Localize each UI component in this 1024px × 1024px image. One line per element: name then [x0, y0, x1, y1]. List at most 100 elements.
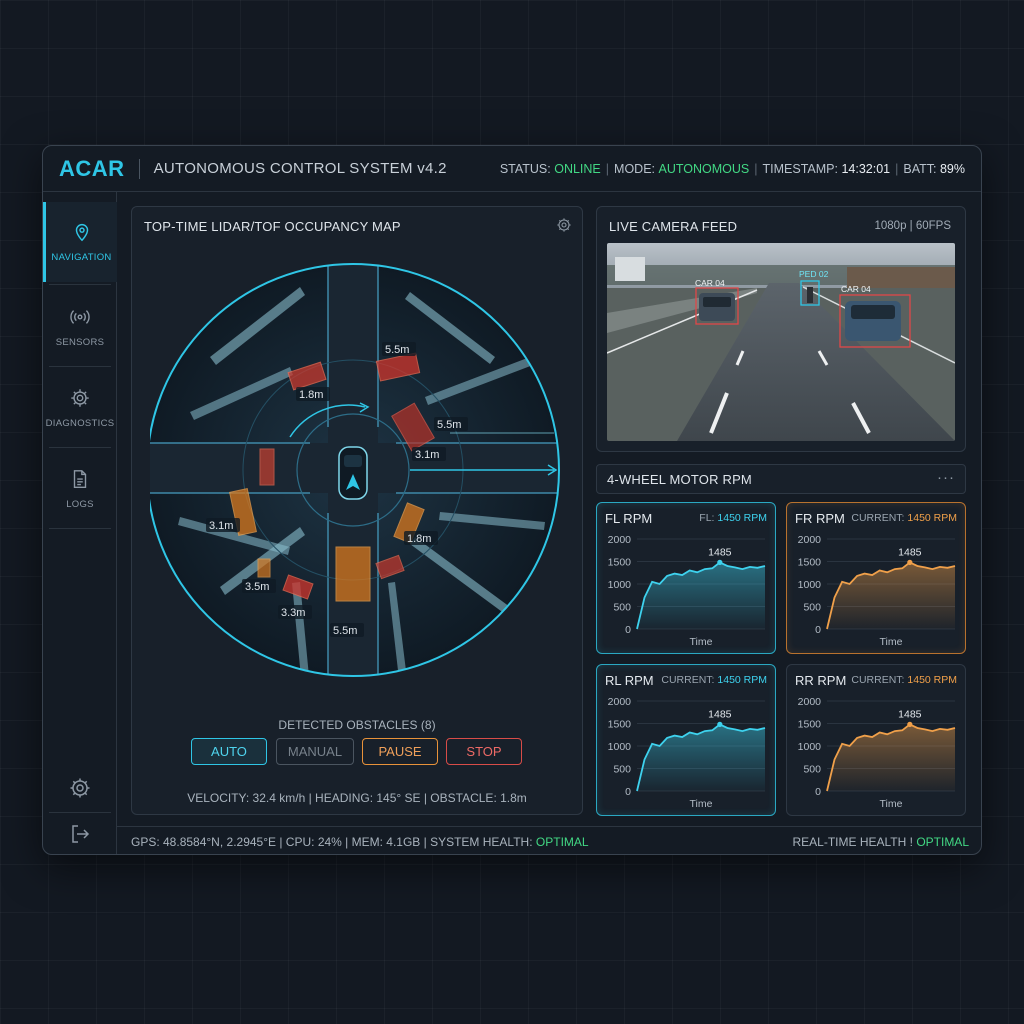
y-tick-label: 1000 — [608, 741, 632, 753]
sidebar-divider — [49, 528, 111, 529]
distance-label: 1.8m — [299, 389, 323, 401]
y-tick-label: 500 — [803, 764, 821, 776]
rpm-current-value: 1450 RPM — [907, 674, 957, 686]
y-tick-label: 2000 — [798, 696, 822, 708]
camera-panel-title: LIVE CAMERA FEED — [609, 219, 738, 234]
gear-icon — [71, 389, 89, 407]
rpm-series-area — [827, 562, 955, 629]
rpm-peak-point — [907, 559, 913, 565]
y-tick-label: 0 — [815, 786, 821, 798]
document-icon — [73, 470, 87, 488]
signal-broadcast-icon — [70, 310, 90, 324]
app-subtitle: AUTONOMOUS CONTROL SYSTEM v4.2 — [153, 160, 447, 177]
distance-label: 1.8m — [407, 533, 431, 545]
distance-label: 5.5m — [437, 419, 461, 431]
sidebar-item-navigation[interactable]: NAVIGATION — [43, 202, 117, 282]
rpm-current-label: FL: — [699, 512, 715, 524]
y-tick-label: 2000 — [798, 534, 822, 546]
x-axis-label: Time — [690, 798, 713, 810]
x-axis-label: Time — [690, 636, 713, 648]
system-health-value: OPTIMAL — [535, 834, 589, 849]
footer-realtime-health: REAL-TIME HEALTH ! OPTIMAL — [793, 835, 970, 849]
y-tick-label: 0 — [625, 624, 631, 636]
y-tick-label: 1500 — [798, 557, 822, 569]
y-tick-label: 500 — [613, 602, 631, 614]
timestamp-label: TIMESTAMP: — [762, 161, 838, 176]
realtime-health-label: REAL-TIME HEALTH ! — [792, 834, 913, 849]
detected-obstacles-count: DETECTED OBSTACLES (8) — [278, 718, 436, 732]
status-sep: | — [605, 161, 610, 176]
camera-feed-panel: LIVE CAMERA FEED 1080p | 60FPS CAR 04 PE… — [596, 206, 966, 452]
distance-label: 3.1m — [209, 520, 233, 532]
status-label: STATUS: — [499, 161, 551, 176]
telemetry-readout: VELOCITY: 32.4 km/h | HEADING: 145° SE |… — [187, 791, 527, 805]
rpm-current-readout: FL: 1450 RPM — [699, 512, 767, 524]
rpm-current-label: CURRENT: — [851, 512, 905, 524]
rpm-card-title: RL RPM — [605, 673, 654, 688]
auto-button[interactable]: AUTO — [191, 738, 267, 765]
y-tick-label: 1000 — [798, 741, 822, 753]
top-header: ACAR AUTONOMOUS CONTROL SYSTEM v4.2 STAT… — [43, 146, 981, 192]
rpm-current-label: CURRENT: — [851, 674, 905, 686]
rpm-card-fl[interactable]: FL RPM FL: 1450 RPM 2000 1500 1000 500 0 1485… — [596, 502, 776, 654]
rpm-peak-point — [717, 721, 723, 727]
rpm-current-readout: CURRENT: 1450 RPM — [661, 674, 767, 686]
status-sep: | — [754, 161, 758, 176]
rpm-chart: 2000 1500 1000 500 0 1485 Time — [798, 696, 956, 810]
camera-feed-image[interactable]: CAR 04 PED 02 CAR 04 — [607, 243, 955, 441]
sidebar-item-sensors[interactable]: SENSORS — [43, 287, 117, 367]
logout-icon[interactable] — [68, 822, 92, 846]
rpm-card-title: FL RPM — [605, 511, 653, 526]
detection-label-car: CAR 04 — [695, 278, 725, 288]
rpm-peak-label: 1485 — [898, 546, 922, 558]
rpm-current-label: CURRENT: — [661, 674, 715, 686]
rpm-peak-label: 1485 — [708, 546, 732, 558]
rpm-chart: 2000 1500 1000 500 0 1485 Time — [608, 534, 766, 648]
y-tick-label: 1000 — [798, 579, 822, 591]
rpm-current-readout: CURRENT: 1450 RPM — [851, 674, 957, 686]
detection-label-car: CAR 04 — [841, 284, 871, 294]
y-tick-label: 500 — [613, 764, 631, 776]
distance-label: 3.5m — [245, 581, 269, 593]
rpm-card-title: RR RPM — [795, 673, 847, 688]
rpm-current-value: 1450 RPM — [907, 512, 957, 524]
rpm-current-readout: CURRENT: 1450 RPM — [851, 512, 957, 524]
stop-button[interactable]: STOP — [446, 738, 522, 765]
rpm-series-area — [637, 724, 765, 791]
rpm-card-rl[interactable]: RL RPM CURRENT: 1450 RPM 2000 1500 1000 500… — [596, 664, 776, 816]
rpm-chart: 2000 1500 1000 500 0 1485 Time — [798, 534, 956, 648]
sidebar-divider — [49, 284, 111, 285]
sidebar-item-label: LOGS — [66, 499, 94, 510]
rpm-peak-label: 1485 — [708, 708, 732, 720]
rpm-section-title: 4-WHEEL MOTOR RPM — [607, 472, 752, 487]
status-bar: STATUS: ONLINE | MODE: AUTONOMOUS | TIME… — [500, 162, 981, 176]
occupancy-map[interactable]: 5.5m 1.8m 5.5m 3.1m 3.1m 1.8m 3.5m 3.3m … — [150, 247, 564, 697]
footer-system-text: GPS: 48.8584°N, 2.2945°E | CPU: 24% | ME… — [131, 834, 533, 849]
app-window: ACAR AUTONOMOUS CONTROL SYSTEM v4.2 STAT… — [42, 145, 982, 855]
pause-button[interactable]: PAUSE — [362, 738, 438, 765]
sidebar-divider — [49, 812, 111, 813]
y-tick-label: 1500 — [608, 557, 632, 569]
more-options-icon[interactable]: ··· — [937, 469, 955, 486]
status-sep: | — [895, 161, 899, 176]
distance-label: 3.1m — [415, 449, 439, 461]
rpm-card-fr[interactable]: FR RPM CURRENT: 1450 RPM 2000 1500 1000 500… — [786, 502, 966, 654]
y-tick-label: 2000 — [608, 534, 632, 546]
mode-label: MODE: — [614, 161, 656, 176]
x-axis-label: Time — [880, 798, 903, 810]
panel-settings-icon[interactable] — [556, 217, 572, 233]
timestamp-value: 14:32:01 — [841, 161, 891, 176]
sidebar-item-diagnostics[interactable]: DIAGNOSTICS — [43, 368, 117, 448]
y-tick-label: 1000 — [608, 579, 632, 591]
app-logo: ACAR — [59, 155, 125, 181]
settings-gear-icon[interactable] — [68, 776, 92, 800]
distance-label: 5.5m — [385, 344, 409, 356]
rpm-card-rr[interactable]: RR RPM CURRENT: 1450 RPM 2000 1500 1000 500… — [786, 664, 966, 816]
sidebar-item-label: DIAGNOSTICS — [45, 418, 115, 429]
y-tick-label: 1500 — [798, 719, 822, 731]
battery-label: BATT: — [903, 161, 937, 176]
sidebar-divider — [49, 447, 111, 448]
manual-button[interactable]: MANUAL — [276, 738, 354, 765]
sidebar-item-logs[interactable]: LOGS — [43, 449, 117, 529]
sidebar: NAVIGATION SENSORS DIAGNOSTICS LOGS — [43, 192, 117, 854]
